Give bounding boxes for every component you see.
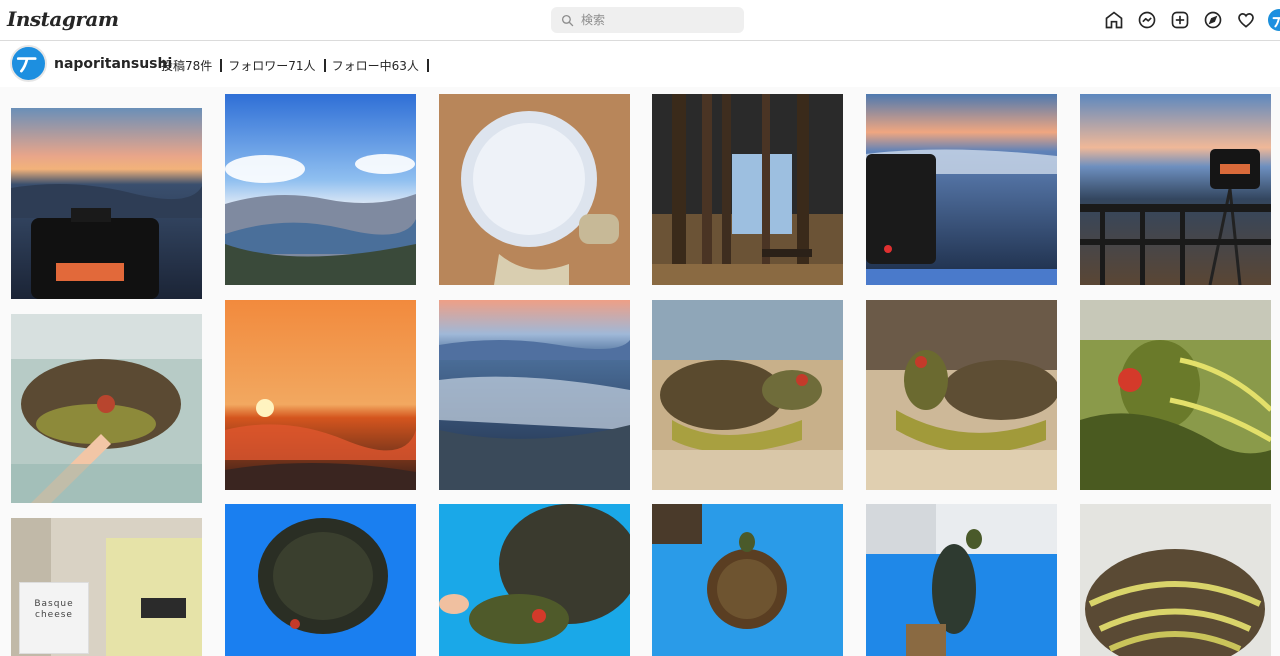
post-tile[interactable] <box>11 108 202 299</box>
post-tile[interactable] <box>439 504 630 656</box>
explore-icon[interactable] <box>1202 9 1224 31</box>
profile-stats: 投稿78件 フォロワー71人 フォロー中63人 <box>161 57 435 74</box>
divider <box>323 59 326 72</box>
post-tile[interactable] <box>11 314 202 503</box>
post-tile[interactable] <box>225 504 416 656</box>
new-post-icon[interactable] <box>1169 9 1191 31</box>
divider <box>426 59 429 72</box>
nav-icons <box>1103 9 1280 31</box>
post-tile[interactable] <box>225 300 416 490</box>
product-label: Basque cheese <box>19 582 89 654</box>
heart-icon[interactable] <box>1235 9 1257 31</box>
profile-avatar[interactable] <box>1268 9 1280 31</box>
product-label-line2: cheese <box>35 610 73 620</box>
post-tile[interactable] <box>866 94 1057 285</box>
top-nav: Instagram <box>0 0 1280 41</box>
search-input[interactable] <box>581 13 731 27</box>
post-tile[interactable] <box>652 94 843 285</box>
divider <box>220 59 223 72</box>
profile-username[interactable]: naporitansushi <box>54 56 172 72</box>
post-tile[interactable] <box>866 300 1057 490</box>
post-tile[interactable] <box>1080 504 1271 656</box>
instagram-logo[interactable]: Instagram <box>7 7 119 31</box>
post-tile[interactable] <box>439 300 630 490</box>
following-count[interactable]: フォロー中63人 <box>332 57 425 74</box>
followers-count[interactable]: フォロワー71人 <box>228 57 321 74</box>
search-icon <box>561 14 574 26</box>
messenger-icon[interactable] <box>1136 9 1158 31</box>
profile-header: naporitansushi 投稿78件 フォロワー71人 フォロー中63人 <box>0 41 1280 87</box>
post-tile[interactable] <box>225 94 416 285</box>
post-tile[interactable]: Basque cheese <box>11 518 202 656</box>
home-icon[interactable] <box>1103 9 1125 31</box>
post-tile[interactable] <box>1080 94 1271 285</box>
post-tile[interactable] <box>652 300 843 490</box>
product-label-line1: Basque <box>34 599 74 609</box>
profile-avatar-large[interactable] <box>10 45 47 82</box>
post-grid: Basque cheese <box>0 87 1280 656</box>
post-tile[interactable] <box>866 504 1057 656</box>
post-tile[interactable] <box>439 94 630 285</box>
post-tile[interactable] <box>652 504 843 656</box>
post-tile[interactable] <box>1080 300 1271 490</box>
posts-count: 投稿78件 <box>161 59 213 73</box>
search-box[interactable] <box>551 7 744 33</box>
